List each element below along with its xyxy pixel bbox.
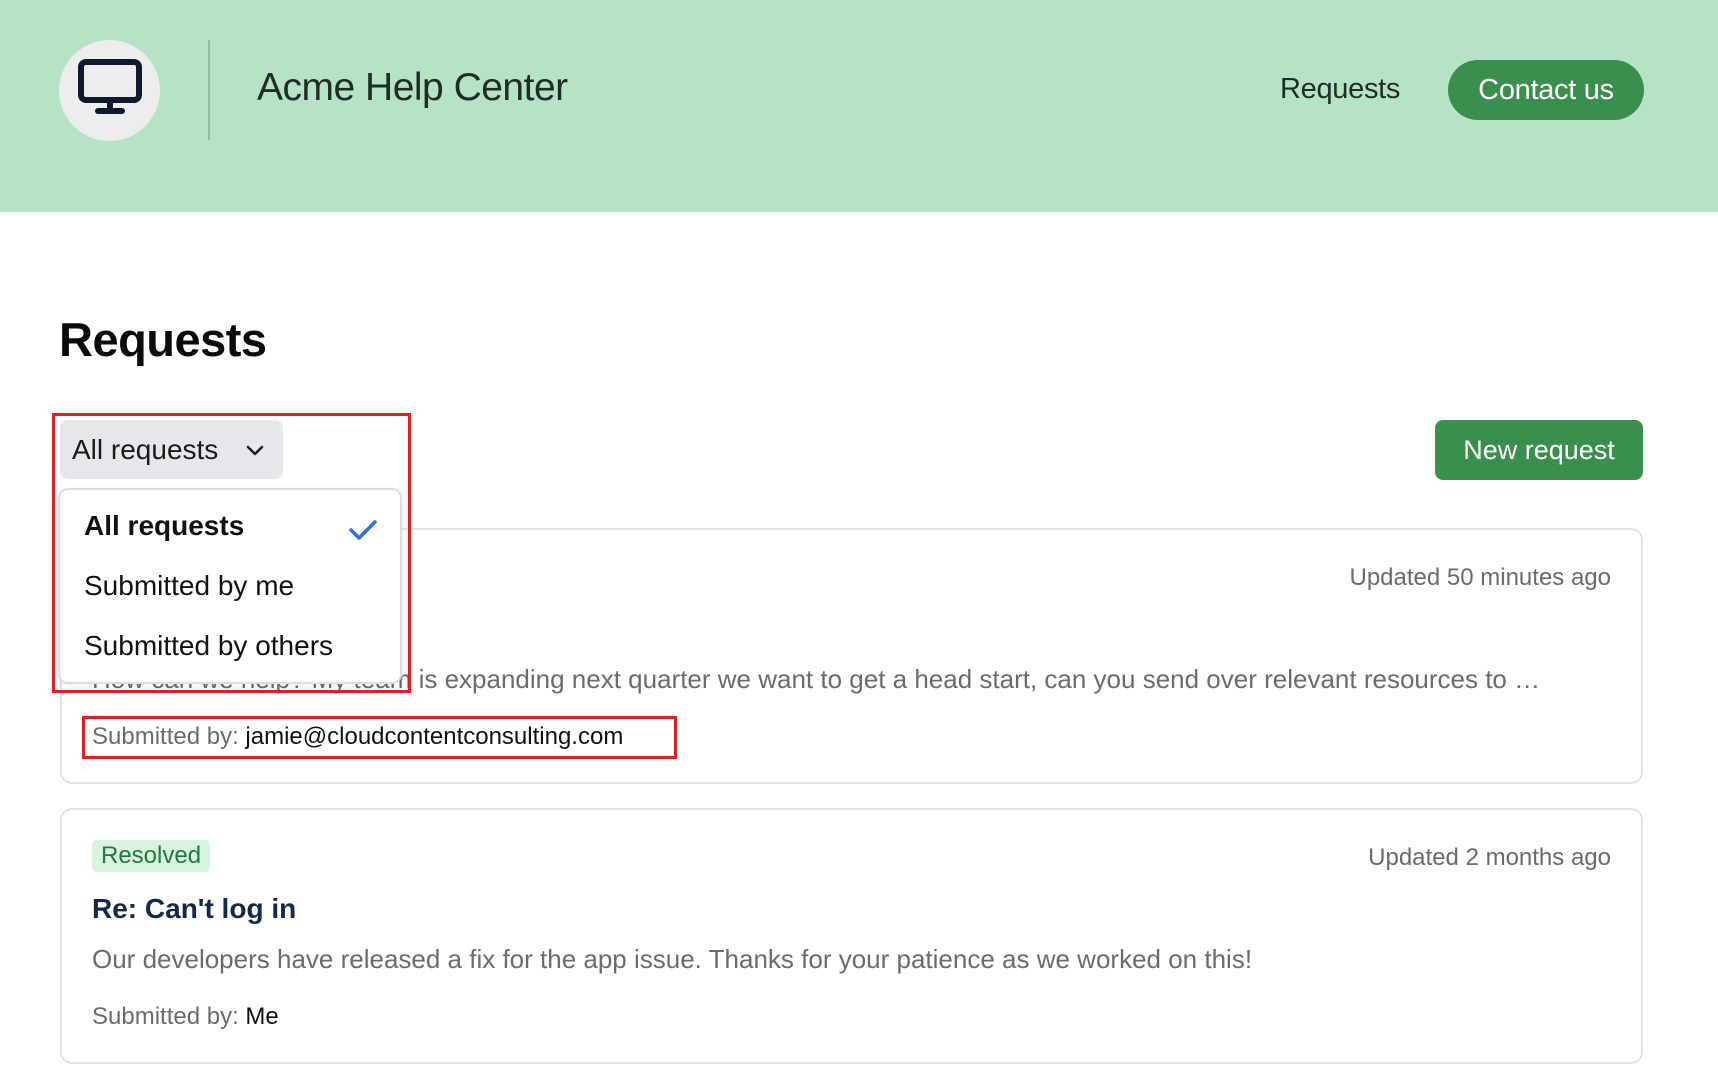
submitted-by-label: Submitted by:: [92, 1003, 239, 1030]
submitted-by-value: jamie@cloudcontentconsulting.com: [245, 723, 624, 750]
filter-option-submitted-by-me[interactable]: Submitted by me: [84, 570, 294, 602]
logo[interactable]: [59, 40, 160, 141]
filter-option-all-requests[interactable]: All requests: [84, 510, 244, 542]
request-title-link[interactable]: Re: Can't log in: [92, 893, 296, 925]
site-header: Acme Help Center Requests Contact us: [0, 0, 1718, 212]
submitted-by-label: Submitted by:: [92, 723, 239, 750]
updated-time: Updated 50 minutes ago: [1349, 564, 1611, 591]
submitted-by: Submitted by: jamie@cloudcontentconsulti…: [92, 723, 623, 751]
page-title: Requests: [59, 313, 267, 366]
monitor-icon: [77, 58, 143, 123]
new-request-button[interactable]: New request: [1435, 420, 1643, 480]
nav-requests-link[interactable]: Requests: [1280, 73, 1400, 106]
submitted-by: Submitted by: Me: [92, 1003, 279, 1031]
filter-dropdown-button[interactable]: All requests: [60, 420, 283, 479]
contact-us-button[interactable]: Contact us: [1448, 60, 1644, 120]
filter-dropdown-menu: All requests Submitted by me Submitted b…: [58, 488, 402, 684]
checkmark-icon: [348, 518, 378, 542]
request-preview: Our developers have released a fix for t…: [92, 944, 1253, 974]
request-card[interactable]: Resolved Updated 2 months ago Re: Can't …: [60, 808, 1643, 1064]
filter-selected-label: All requests: [72, 433, 219, 465]
updated-time: Updated 2 months ago: [1368, 844, 1611, 871]
submitted-by-value: Me: [245, 1003, 279, 1030]
filter-option-submitted-by-others[interactable]: Submitted by others: [84, 630, 333, 662]
brand-name[interactable]: Acme Help Center: [257, 66, 568, 110]
status-badge: Resolved: [92, 840, 211, 872]
header-divider: [208, 40, 210, 140]
chevron-down-icon: [243, 437, 267, 461]
